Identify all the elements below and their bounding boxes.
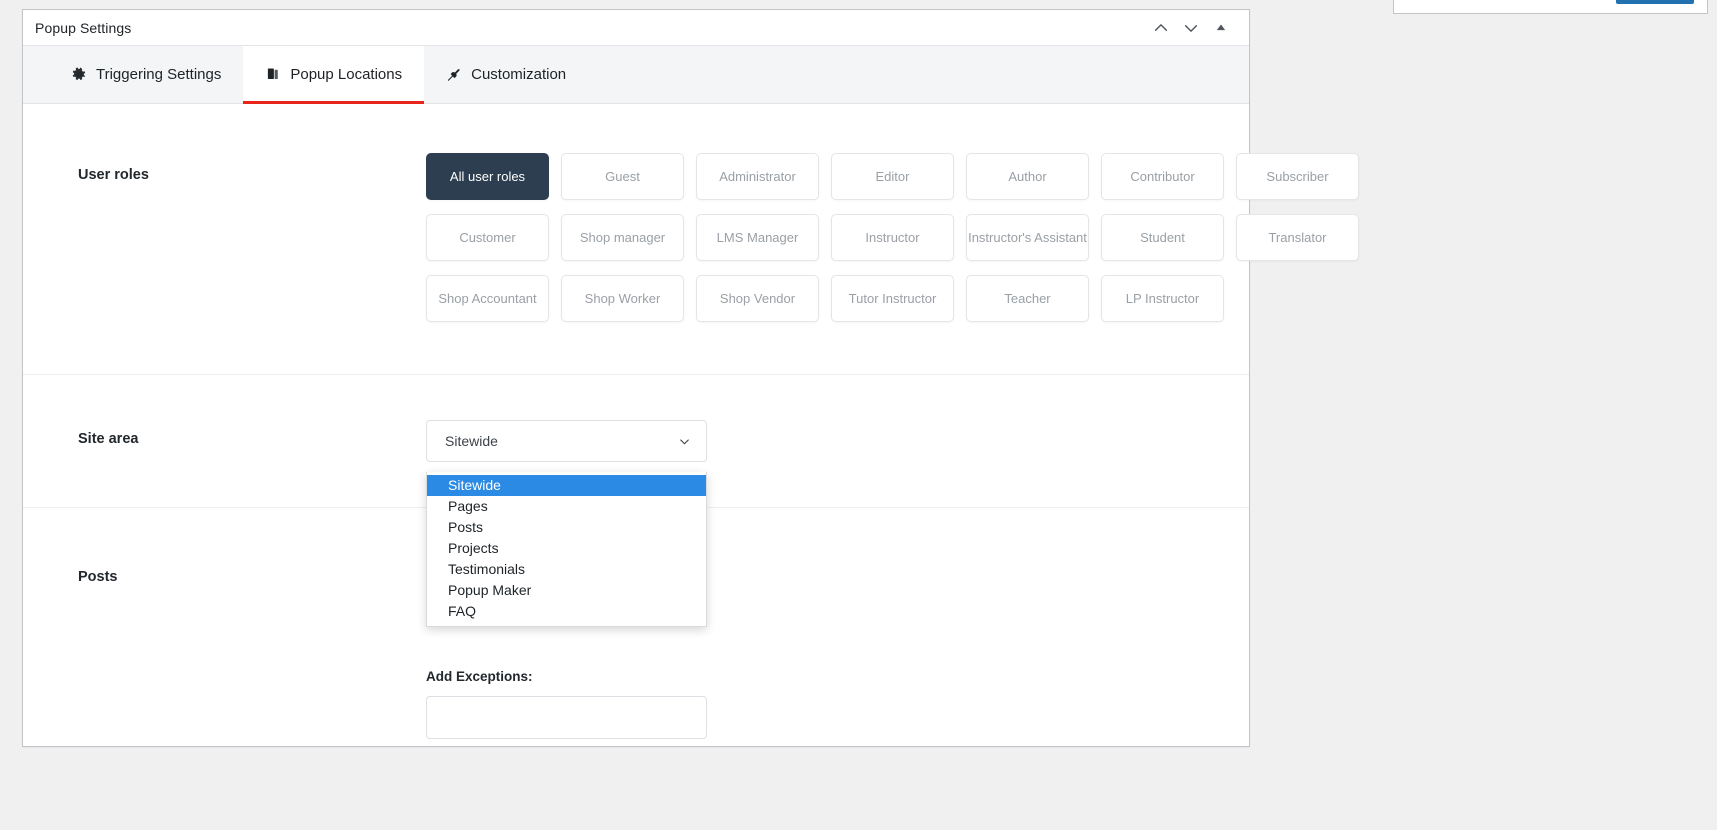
popup-settings-panel: Popup Settings Triggering Settings Popu <box>22 9 1250 747</box>
panel-header-actions <box>1147 14 1235 42</box>
move-up-icon[interactable] <box>1147 14 1175 42</box>
tab-label: Triggering Settings <box>96 66 221 83</box>
site-area-selected-value: Sitewide <box>445 433 676 449</box>
site-area-label: Site area <box>78 420 426 447</box>
site-area-option-sitewide[interactable]: Sitewide <box>427 475 706 496</box>
user-roles-row: User roles All user roles Guest Administ… <box>23 104 1249 374</box>
site-area-select-wrap: Sitewide Sitewide Pages Posts Projects T… <box>426 420 707 462</box>
site-area-row: Site area Sitewide Sitewide Pages Posts … <box>23 374 1249 507</box>
role-chip-customer[interactable]: Customer <box>426 214 549 261</box>
role-chip-administrator[interactable]: Administrator <box>696 153 819 200</box>
role-chip-tutor-instructor[interactable]: Tutor Instructor <box>831 275 954 322</box>
add-exceptions-label: Add Exceptions: <box>426 669 1249 684</box>
role-chip-teacher[interactable]: Teacher <box>966 275 1089 322</box>
site-area-option-pages[interactable]: Pages <box>427 496 706 517</box>
role-chip-lms-manager[interactable]: LMS Manager <box>696 214 819 261</box>
pages-icon <box>265 67 281 83</box>
role-chip-subscriber[interactable]: Subscriber <box>1236 153 1359 200</box>
add-exceptions-input[interactable] <box>426 696 707 739</box>
role-chip-instructor[interactable]: Instructor <box>831 214 954 261</box>
side-panel-primary-button[interactable] <box>1616 0 1694 4</box>
move-down-icon[interactable] <box>1177 14 1205 42</box>
role-chip-author[interactable]: Author <box>966 153 1089 200</box>
role-chip-shop-manager[interactable]: Shop manager <box>561 214 684 261</box>
tab-customization[interactable]: Customization <box>424 46 588 103</box>
role-chip-guest[interactable]: Guest <box>561 153 684 200</box>
role-chip-lp-instructor[interactable]: LP Instructor <box>1101 275 1224 322</box>
role-chip-all-user-roles[interactable]: All user roles <box>426 153 549 200</box>
user-roles-label: User roles <box>78 153 426 183</box>
role-chip-instructors-assistant[interactable]: Instructor's Assistant <box>966 214 1089 261</box>
site-area-option-testimonials[interactable]: Testimonials <box>427 559 706 580</box>
site-area-option-faq[interactable]: FAQ <box>427 601 706 622</box>
role-chip-shop-accountant[interactable]: Shop Accountant <box>426 275 549 322</box>
page-title: Popup Settings <box>35 20 131 36</box>
chevron-down-icon <box>676 433 692 449</box>
side-panel-fragment <box>1393 0 1708 14</box>
user-roles-grid: All user roles Guest Administrator Edito… <box>426 153 1375 322</box>
site-area-option-popup-maker[interactable]: Popup Maker <box>427 580 706 601</box>
tab-popup-locations[interactable]: Popup Locations <box>243 46 424 103</box>
role-chip-contributor[interactable]: Contributor <box>1101 153 1224 200</box>
role-chip-shop-vendor[interactable]: Shop Vendor <box>696 275 819 322</box>
role-chip-translator[interactable]: Translator <box>1236 214 1359 261</box>
user-roles-field: All user roles Guest Administrator Edito… <box>426 153 1375 322</box>
tab-label: Customization <box>471 66 566 83</box>
site-area-field: Sitewide Sitewide Pages Posts Projects T… <box>426 420 1249 462</box>
site-area-option-projects[interactable]: Projects <box>427 538 706 559</box>
gear-icon <box>71 67 87 83</box>
panel-body: User roles All user roles Guest Administ… <box>23 104 1249 746</box>
role-chip-student[interactable]: Student <box>1101 214 1224 261</box>
site-area-select[interactable]: Sitewide <box>426 420 707 462</box>
tab-triggering-settings[interactable]: Triggering Settings <box>49 46 243 103</box>
role-chip-shop-worker[interactable]: Shop Worker <box>561 275 684 322</box>
pin-icon <box>446 67 462 83</box>
toggle-panel-icon[interactable] <box>1207 14 1235 42</box>
role-chip-editor[interactable]: Editor <box>831 153 954 200</box>
settings-tabs: Triggering Settings Popup Locations Cust… <box>23 46 1249 104</box>
posts-label: Posts <box>78 553 426 585</box>
site-area-option-posts[interactable]: Posts <box>427 517 706 538</box>
site-area-dropdown: Sitewide Pages Posts Projects Testimonia… <box>426 472 707 627</box>
tab-label: Popup Locations <box>290 66 402 83</box>
panel-header: Popup Settings <box>23 10 1249 46</box>
